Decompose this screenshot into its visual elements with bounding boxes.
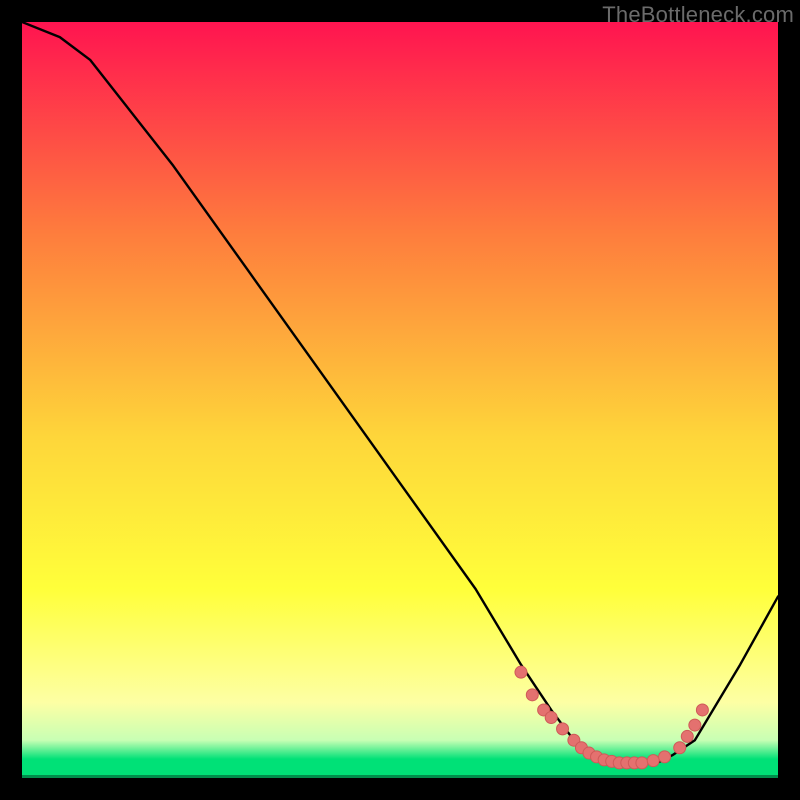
data-marker — [636, 757, 648, 769]
data-marker — [515, 666, 527, 678]
bottom-edge — [22, 775, 778, 778]
chart-svg — [22, 22, 778, 778]
data-marker — [526, 689, 538, 701]
gradient-background — [22, 22, 778, 778]
data-marker — [696, 704, 708, 716]
data-marker — [659, 751, 671, 763]
data-marker — [647, 755, 659, 767]
data-marker — [557, 723, 569, 735]
data-marker — [681, 730, 693, 742]
plot-area — [22, 22, 778, 778]
chart-stage: TheBottleneck.com — [0, 0, 800, 800]
data-marker — [545, 712, 557, 724]
data-marker — [674, 742, 686, 754]
data-marker — [689, 719, 701, 731]
